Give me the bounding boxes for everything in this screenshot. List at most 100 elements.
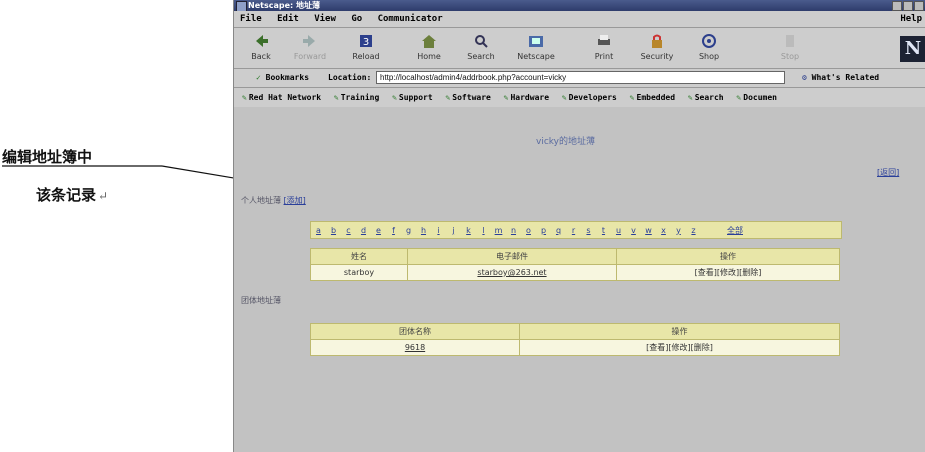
menu-help[interactable]: Help xyxy=(900,11,922,27)
menu-edit[interactable]: Edit xyxy=(277,14,299,24)
security-label: Security xyxy=(640,52,674,61)
bookmark-red-hat-network[interactable]: Red Hat Network xyxy=(242,93,321,102)
callout-text-line1: 编辑地址簿中 xyxy=(2,146,92,167)
reload-icon: 3 xyxy=(360,35,372,48)
bookmark-software[interactable]: Software xyxy=(445,93,490,102)
whats-related-button[interactable]: ⚙ What's Related xyxy=(802,69,879,87)
contact-actions[interactable]: [查看][修改][删除] xyxy=(616,264,840,281)
page-title: vicky的地址薄 xyxy=(536,137,595,147)
letter-o[interactable]: o xyxy=(521,226,536,235)
bookmarks-label: Bookmarks xyxy=(265,73,310,82)
personal-section-label: 个人地址薄 [添加] xyxy=(241,195,306,206)
bookmark-documentation[interactable]: Documen xyxy=(736,93,777,102)
menu-communicator[interactable]: Communicator xyxy=(378,14,443,24)
url-input[interactable] xyxy=(376,71,785,84)
bookmark-hardware[interactable]: Hardware xyxy=(504,93,549,102)
whats-related-label: What's Related xyxy=(811,73,880,82)
shop-icon xyxy=(702,34,716,48)
table-header-row: 团体名称 操作 xyxy=(310,323,840,340)
letter-c[interactable]: c xyxy=(341,226,356,235)
netscape-logo[interactable]: N xyxy=(900,36,925,62)
print-icon xyxy=(598,35,610,45)
letter-z[interactable]: z xyxy=(686,226,701,235)
maximize-icon[interactable] xyxy=(903,1,913,11)
forward-button[interactable]: Forward xyxy=(285,30,335,61)
letter-f[interactable]: f xyxy=(386,226,401,235)
menu-view[interactable]: View xyxy=(314,14,336,24)
letter-d[interactable]: d xyxy=(356,226,371,235)
letter-s[interactable]: s xyxy=(581,226,596,235)
browser-window: Netscape: 地址薄 File Edit View Go Communic… xyxy=(233,0,925,452)
search-button[interactable]: Search xyxy=(456,30,506,61)
letter-t[interactable]: t xyxy=(596,226,611,235)
callout-line2: 该条记录 xyxy=(36,186,97,204)
bookmarks-button[interactable]: ✓ Bookmarks xyxy=(256,69,309,87)
header-email: 电子邮件 xyxy=(407,248,617,265)
back-arrow-icon xyxy=(256,35,268,47)
letter-k[interactable]: k xyxy=(461,226,476,235)
home-button[interactable]: Home xyxy=(404,30,454,61)
bookmark-search[interactable]: Search xyxy=(688,93,724,102)
personal-toolbar: Red Hat Network Training Support Softwar… xyxy=(234,88,925,109)
navigation-toolbar: Back Forward 3 Reload Home Search Netsca… xyxy=(234,28,925,69)
letter-x[interactable]: x xyxy=(656,226,671,235)
reload-label: Reload xyxy=(352,52,380,61)
forward-label: Forward xyxy=(293,52,327,61)
letter-a[interactable]: a xyxy=(311,226,326,235)
letter-v[interactable]: v xyxy=(626,226,641,235)
menu-go[interactable]: Go xyxy=(351,14,362,24)
menu-bar: File Edit View Go Communicator Help xyxy=(234,11,925,28)
shop-button[interactable]: Shop xyxy=(684,30,734,61)
letter-e[interactable]: e xyxy=(371,226,386,235)
bookmark-support[interactable]: Support xyxy=(392,93,433,102)
netscape-button[interactable]: Netscape xyxy=(511,30,561,61)
home-label: Home xyxy=(417,52,441,61)
svg-text:3: 3 xyxy=(363,37,369,48)
bookmarks-icon: ✓ xyxy=(256,73,261,82)
header-actions: 操作 xyxy=(616,248,840,265)
group-name-link[interactable]: 9618 xyxy=(310,339,520,356)
contact-email-link[interactable]: starboy@263.net xyxy=(407,264,617,281)
letter-g[interactable]: g xyxy=(401,226,416,235)
table-header-row: 姓名 电子邮件 操作 xyxy=(310,248,840,265)
letter-w[interactable]: w xyxy=(641,226,656,235)
bookmark-embedded[interactable]: Embedded xyxy=(630,93,675,102)
group-section-label: 团体地址薄 xyxy=(241,295,281,306)
close-icon[interactable] xyxy=(914,1,924,11)
back-button[interactable]: Back xyxy=(236,30,286,61)
minimize-icon[interactable] xyxy=(892,1,902,11)
search-icon xyxy=(475,35,488,48)
reload-button[interactable]: 3 Reload xyxy=(341,30,391,61)
letter-r[interactable]: r xyxy=(566,226,581,235)
letter-all[interactable]: 全部 xyxy=(727,225,743,236)
letter-u[interactable]: u xyxy=(611,226,626,235)
print-label: Print xyxy=(594,52,614,61)
bookmark-developers[interactable]: Developers xyxy=(562,93,617,102)
print-button[interactable]: Print xyxy=(579,30,629,61)
header-name: 姓名 xyxy=(310,248,408,265)
table-row: starboy starboy@263.net [查看][修改][删除] xyxy=(310,264,840,281)
letter-y[interactable]: y xyxy=(671,226,686,235)
security-button[interactable]: Security xyxy=(632,30,682,61)
bookmark-training[interactable]: Training xyxy=(334,93,379,102)
letter-l[interactable]: l xyxy=(476,226,491,235)
back-link[interactable]: [返回] xyxy=(877,167,899,178)
letter-i[interactable]: i xyxy=(431,226,446,235)
menu-file[interactable]: File xyxy=(240,14,262,24)
letter-q[interactable]: q xyxy=(551,226,566,235)
letter-n[interactable]: n xyxy=(506,226,521,235)
letter-j[interactable]: j xyxy=(446,226,461,235)
letter-p[interactable]: p xyxy=(536,226,551,235)
callout-text-line2: 该条记录 ↵ xyxy=(36,184,108,205)
letter-b[interactable]: b xyxy=(326,226,341,235)
shop-label: Shop xyxy=(698,52,720,61)
stop-icon xyxy=(786,35,794,47)
stop-label: Stop xyxy=(780,52,800,61)
personal-section-title: 个人地址薄 xyxy=(241,196,281,205)
group-actions[interactable]: [查看][修改][删除] xyxy=(519,339,840,356)
letter-m[interactable]: m xyxy=(491,226,506,235)
add-contact-link[interactable]: [添加] xyxy=(284,196,306,205)
letter-h[interactable]: h xyxy=(416,226,431,235)
callout-line1: 编辑地址簿中 xyxy=(2,148,93,166)
stop-button[interactable]: Stop xyxy=(765,30,815,61)
